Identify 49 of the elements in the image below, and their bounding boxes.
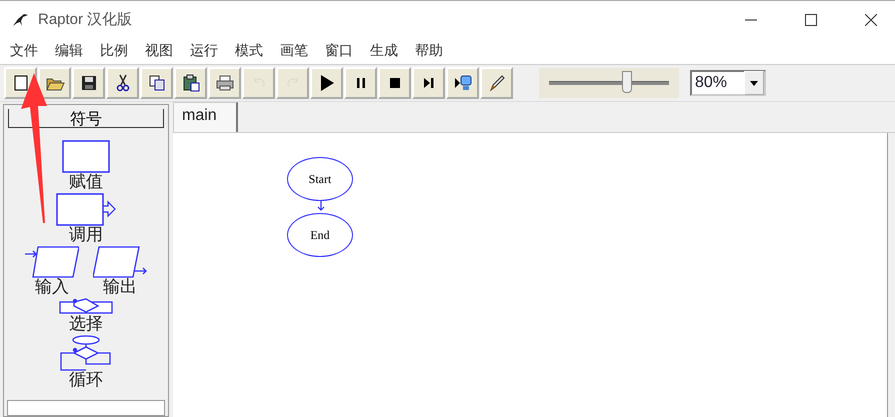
toolbar-button[interactable]	[140, 67, 173, 99]
printer-icon	[214, 73, 234, 93]
menu-item[interactable]: 窗口	[325, 42, 353, 60]
toolbar-button[interactable]	[344, 67, 377, 99]
menu-item[interactable]: 模式	[235, 42, 263, 60]
menu-item[interactable]: 生成	[370, 42, 398, 60]
symbol-label: 选择	[69, 315, 103, 333]
menu-item[interactable]: 视图	[145, 42, 173, 60]
call-symbol[interactable]	[56, 193, 116, 226]
maximize-icon[interactable]	[805, 14, 817, 26]
toolbar-button[interactable]	[378, 67, 411, 99]
toolbar-button[interactable]	[412, 67, 445, 99]
terminal-node[interactable]: Start	[287, 157, 353, 201]
symbol-label: 循环	[69, 371, 103, 389]
toolbar-button[interactable]	[310, 67, 343, 99]
selection-symbol[interactable]	[59, 298, 113, 315]
output-symbol[interactable]	[93, 246, 147, 278]
slider-thumb[interactable]	[622, 71, 632, 93]
toolbar-button[interactable]	[446, 67, 479, 99]
symbol-label: 输出	[103, 278, 137, 296]
input-symbol[interactable]	[25, 246, 79, 278]
symbol-label: 调用	[69, 226, 103, 244]
connector-arrow	[317, 201, 325, 211]
clipboard-icon	[180, 73, 200, 93]
toolbar-button[interactable]	[480, 67, 513, 99]
toolbar-button[interactable]	[106, 67, 139, 99]
dropdown-caret-icon	[750, 80, 758, 86]
menu-item[interactable]: 文件	[10, 42, 38, 60]
menu-item[interactable]: 画笔	[280, 42, 308, 60]
terminal-node[interactable]: End	[287, 213, 353, 257]
loop-symbol[interactable]	[60, 335, 112, 371]
menu-item[interactable]: 比例	[100, 42, 128, 60]
toolbar-button[interactable]	[174, 67, 207, 99]
copy-icon	[146, 73, 166, 93]
symbol-label: 输入	[35, 278, 69, 296]
window-title: Raptor 汉化版	[38, 10, 132, 29]
speed-slider[interactable]	[539, 68, 679, 98]
menu-item[interactable]: 运行	[190, 42, 218, 60]
menu-item[interactable]: 帮助	[415, 42, 443, 60]
zoom-dropdown[interactable]: 80%	[690, 70, 766, 96]
toolbar-button[interactable]	[38, 67, 71, 99]
toolbar-button[interactable]	[208, 67, 241, 99]
symbol-label: 赋值	[69, 173, 103, 191]
monitor-icon	[452, 73, 472, 93]
menu-item[interactable]: 编辑	[55, 42, 83, 60]
tab[interactable]: main	[173, 102, 238, 132]
assignment-symbol[interactable]	[62, 140, 110, 173]
close-icon[interactable]	[865, 14, 877, 26]
toolbar-button[interactable]	[72, 67, 105, 99]
